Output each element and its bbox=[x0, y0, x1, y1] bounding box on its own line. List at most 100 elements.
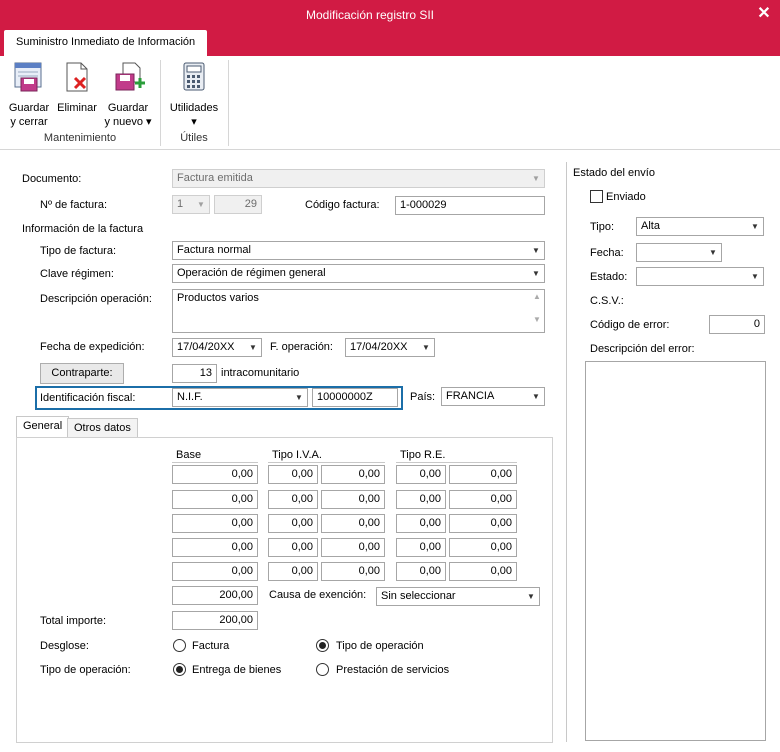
cuota-re-field[interactable]: 0,00 bbox=[449, 514, 517, 533]
utilities-label: Utilidades bbox=[169, 102, 219, 114]
fecha-envio-field[interactable]: ▼ bbox=[636, 243, 722, 262]
descripcion-textarea[interactable]: Productos varios ▲ ▼ bbox=[172, 289, 545, 333]
tipo-iva-field[interactable]: 0,00 bbox=[268, 538, 318, 557]
enviado-checkbox[interactable] bbox=[590, 190, 603, 203]
desglose-factura-label: Factura bbox=[192, 640, 230, 652]
cuota-iva-field[interactable]: 0,00 bbox=[321, 465, 385, 484]
calendar-dropdown-icon[interactable]: ▼ bbox=[705, 244, 721, 261]
group-utiles-label: Útiles bbox=[180, 132, 208, 144]
entrega-bienes-radio[interactable] bbox=[173, 663, 186, 676]
f-operacion-field[interactable]: 17/04/20XX ▼ bbox=[345, 338, 435, 357]
cuota-iva-field[interactable]: 0,00 bbox=[321, 562, 385, 581]
base-field[interactable]: 0,00 bbox=[172, 514, 258, 533]
fecha-expedicion-label: Fecha de expedición: bbox=[40, 341, 145, 353]
fecha-expedicion-value: 17/04/20XX bbox=[177, 341, 235, 353]
ribbon-tab-strip: Suministro Inmediato de Información bbox=[0, 30, 780, 56]
contraparte-number-field[interactable]: 13 bbox=[172, 364, 217, 383]
cuota-iva-field[interactable]: 0,00 bbox=[321, 538, 385, 557]
tipo-factura-value: Factura normal bbox=[177, 244, 251, 256]
chevron-down-icon: ▼ bbox=[532, 246, 540, 255]
estado-label: Estado: bbox=[590, 271, 628, 283]
f-operacion-value: 17/04/20XX bbox=[350, 341, 408, 353]
estado-envio-heading: Estado del envío bbox=[573, 167, 655, 179]
codigo-factura-field[interactable]: 1-000029 bbox=[395, 196, 545, 215]
close-icon[interactable]: ✕ bbox=[754, 4, 774, 24]
clave-regimen-label: Clave régimen: bbox=[40, 268, 114, 280]
save-close-button[interactable]: Guardar y cerrar bbox=[4, 60, 54, 129]
identificacion-valor-field[interactable]: 10000000Z bbox=[312, 388, 398, 407]
tab-otros-datos[interactable]: Otros datos bbox=[67, 418, 138, 438]
base-field[interactable]: 0,00 bbox=[172, 490, 258, 509]
total-importe-label: Total importe: bbox=[40, 615, 107, 627]
tipo-iva-field[interactable]: 0,00 bbox=[268, 562, 318, 581]
cuota-re-field[interactable]: 0,00 bbox=[449, 562, 517, 581]
tipo-iva-field[interactable]: 0,00 bbox=[268, 490, 318, 509]
clave-regimen-select[interactable]: Operación de régimen general ▼ bbox=[172, 264, 545, 283]
serie-value: 1 bbox=[177, 198, 184, 210]
chevron-down-icon: ▼ bbox=[532, 392, 540, 401]
tab-general[interactable]: General bbox=[16, 416, 70, 438]
tipo-re-field[interactable]: 0,00 bbox=[396, 465, 446, 484]
cuota-iva-field[interactable]: 0,00 bbox=[321, 490, 385, 509]
cuota-re-field[interactable]: 0,00 bbox=[449, 538, 517, 557]
info-factura-heading: Información de la factura bbox=[22, 223, 144, 235]
tipo-factura-select[interactable]: Factura normal ▼ bbox=[172, 241, 545, 260]
chevron-down-icon: ▼ bbox=[532, 174, 540, 183]
prestacion-servicios-radio[interactable] bbox=[316, 663, 329, 676]
utilities-button[interactable]: Utilidades ▾ bbox=[164, 60, 224, 129]
tipo-re-field[interactable]: 0,00 bbox=[396, 514, 446, 533]
chevron-down-icon: ▼ bbox=[751, 222, 759, 231]
clave-regimen-value: Operación de régimen general bbox=[177, 267, 326, 279]
desglose-tipo-operacion-radio[interactable] bbox=[316, 639, 329, 652]
pais-value: FRANCIA bbox=[446, 390, 495, 402]
group-mantenimiento-label: Mantenimiento bbox=[43, 132, 117, 144]
cuota-re-field[interactable]: 0,00 bbox=[449, 465, 517, 484]
calendar-dropdown-icon[interactable]: ▼ bbox=[245, 339, 261, 356]
causa-exencion-select[interactable]: Sin seleccionar ▼ bbox=[376, 587, 540, 606]
total-importe-field[interactable]: 200,00 bbox=[172, 611, 258, 630]
calculator-icon bbox=[164, 60, 224, 98]
scroll-down-icon[interactable]: ▼ bbox=[530, 315, 544, 324]
header-base: Base bbox=[176, 449, 202, 461]
base-subtotal-field[interactable]: 200,00 bbox=[172, 586, 258, 605]
chevron-down-icon: ▼ bbox=[527, 592, 535, 601]
codigo-error-label: Código de error: bbox=[590, 319, 670, 331]
save-new-icon bbox=[100, 60, 156, 98]
tipo-re-field[interactable]: 0,00 bbox=[396, 562, 446, 581]
tipo-iva-field[interactable]: 0,00 bbox=[268, 465, 318, 484]
save-new-button[interactable]: Guardar y nuevo ▾ bbox=[100, 60, 156, 129]
cuota-iva-field[interactable]: 0,00 bbox=[321, 514, 385, 533]
tipo-factura-label: Tipo de factura: bbox=[40, 245, 117, 257]
chevron-down-icon: ▼ bbox=[197, 200, 205, 209]
scroll-up-icon[interactable]: ▲ bbox=[530, 292, 544, 301]
documento-value: Factura emitida bbox=[177, 172, 253, 184]
pais-select[interactable]: FRANCIA ▼ bbox=[441, 387, 545, 406]
codigo-error-field[interactable]: 0 bbox=[709, 315, 765, 334]
tipo-iva-field[interactable]: 0,00 bbox=[268, 514, 318, 533]
tipo-envio-label: Tipo: bbox=[590, 221, 615, 233]
contraparte-button[interactable]: Contraparte: bbox=[40, 363, 124, 384]
identificacion-tipo-value: N.I.F. bbox=[177, 391, 203, 403]
ribbon-tab-sii[interactable]: Suministro Inmediato de Información bbox=[4, 30, 208, 56]
estado-select[interactable]: ▼ bbox=[636, 267, 764, 286]
delete-button[interactable]: Eliminar bbox=[54, 60, 100, 115]
descripcion-error-textarea[interactable] bbox=[585, 361, 766, 741]
identificacion-tipo-select[interactable]: N.I.F. ▼ bbox=[172, 388, 308, 407]
fecha-expedicion-field[interactable]: 17/04/20XX ▼ bbox=[172, 338, 262, 357]
base-field[interactable]: 0,00 bbox=[172, 538, 258, 557]
utilities-dropdown-arrow: ▾ bbox=[191, 116, 197, 128]
tipo-re-field[interactable]: 0,00 bbox=[396, 490, 446, 509]
tipo-re-field[interactable]: 0,00 bbox=[396, 538, 446, 557]
header-tipo-iva: Tipo I.V.A. bbox=[272, 449, 322, 461]
causa-exencion-label: Causa de exención: bbox=[269, 589, 367, 601]
desglose-factura-radio[interactable] bbox=[173, 639, 186, 652]
tipo-envio-select[interactable]: Alta ▼ bbox=[636, 217, 764, 236]
base-field[interactable]: 0,00 bbox=[172, 562, 258, 581]
fecha-envio-label: Fecha: bbox=[590, 247, 624, 259]
cuota-re-field[interactable]: 0,00 bbox=[449, 490, 517, 509]
tipo-envio-value: Alta bbox=[641, 220, 660, 232]
textarea-scrollbar[interactable]: ▲ ▼ bbox=[530, 290, 544, 332]
calendar-dropdown-icon[interactable]: ▼ bbox=[418, 339, 434, 356]
ribbon: Guardar y cerrar Eliminar Guardar y nuev… bbox=[0, 56, 780, 150]
base-field[interactable]: 0,00 bbox=[172, 465, 258, 484]
